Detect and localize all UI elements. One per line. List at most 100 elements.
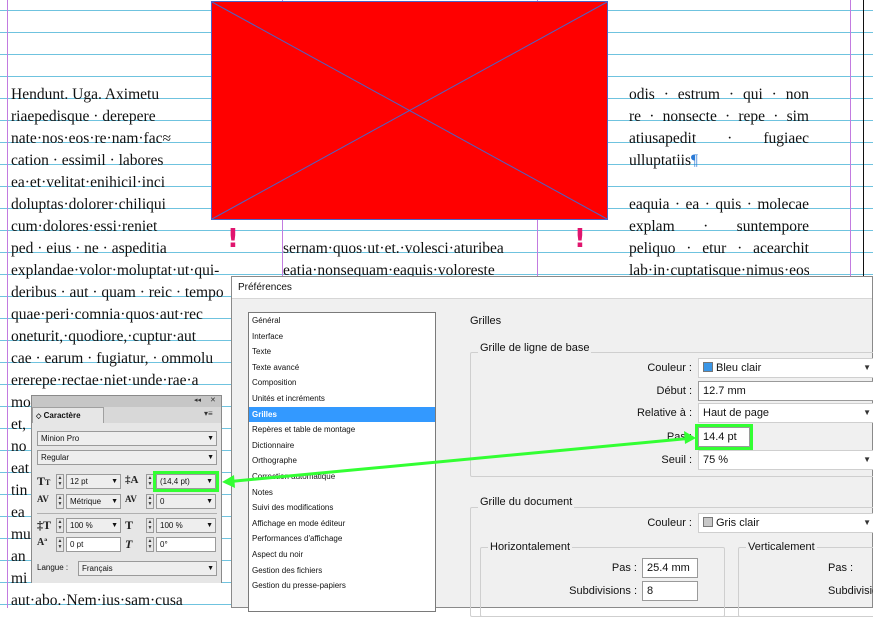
collapse-icon[interactable]: ◂◂ [194,396,201,404]
text-line: oneturit,·quodiore,·cuptur·aut [11,328,197,345]
category-item[interactable]: Texte [249,344,435,360]
section-heading: Horizontalement [488,541,573,553]
skew-icon: T [125,537,133,551]
text-line: quae·peri·comnia·quos·aut·rec [11,306,203,323]
separator [37,513,217,514]
font-size-icon: TT [37,474,51,488]
text-line: odis · estrum · qui · non [629,86,809,103]
character-tab[interactable]: ◇ Caractère [32,407,104,423]
text-line: cum·dolores·essi·reniet [11,218,158,235]
color-label: Couleur : [647,362,692,374]
leading-dropdown[interactable]: (14,4 pt) ▼ [153,471,219,492]
kerning-stepper[interactable]: ▲ ▼ [56,494,64,509]
document-color-dropdown[interactable]: Gris clair ▼ [698,513,873,533]
category-item[interactable]: Orthographe [249,453,435,469]
section-heading: Verticalement [746,541,817,553]
text-frame-right[interactable]: odis · estrum · qui · non re · nonsecte ·… [629,84,809,282]
text-line: ped · eius · ne · aspeditia [11,240,167,257]
category-item[interactable]: Interface [249,329,435,345]
category-item[interactable]: Repères et table de montage [249,422,435,438]
vertical-scale-icon: ‡T [37,518,52,532]
text-line: cation · essimil · labores [11,152,164,169]
category-item[interactable]: Gestion des fichiers [249,563,435,579]
leading-icon: ‡A [125,474,139,486]
section-heading: Grille de ligne de base [478,342,592,354]
threshold-dropdown[interactable]: 75 % ▼ [698,450,873,470]
horizontal-scale-stepper[interactable]: ▲ ▼ [146,518,154,533]
tab-grip-icon: ◇ [36,413,42,420]
category-item[interactable]: Composition [249,375,435,391]
text-line: ea·et·velitat·enihicil·inci [11,174,166,191]
category-item[interactable]: Aspect du noir [249,547,435,563]
h-step-input[interactable]: 25.4 mm [642,558,698,578]
image-placeholder-frame[interactable] [211,1,608,220]
text-line: nate·nos·eos·re·nam·fac≈ [11,130,171,147]
horizontal-scale-dropdown[interactable]: 100 % ▼ [156,518,216,533]
font-style-dropdown[interactable]: Regular ▼ [37,450,217,465]
panel-titlebar[interactable]: ◂◂ ✕ [32,396,221,407]
horizontal-scale-icon: T [125,518,134,532]
text-line: sernam·quos·ut·et.·volesci·aturibea [283,240,504,257]
category-item[interactable]: Général [249,313,435,329]
skew-input[interactable]: 0° [156,537,216,552]
category-item[interactable]: Dictionnaire [249,438,435,454]
text-line: explandae·volor·moluptat·ut·qui- [11,262,220,279]
relative-label: Relative à : [636,407,692,419]
category-item[interactable]: Performances d'affichage [249,531,435,547]
category-item[interactable]: Unités et incréments [249,391,435,407]
tracking-icon: AV [125,494,137,504]
start-label: Début : [656,385,692,397]
text-line: riaepedisque · derepere [11,108,156,125]
text-line: deribus · aut · quam · reic · tempo [11,284,224,301]
category-item[interactable]: Texte avancé [249,360,435,376]
start-input[interactable]: 12.7 mm [698,381,873,401]
threshold-label: Seuil : [661,454,692,466]
skew-stepper[interactable]: ▲ ▼ [146,537,154,552]
relative-dropdown[interactable]: Haut de page ▼ [698,403,873,423]
font-family-dropdown[interactable]: Minion Pro ▼ [37,431,217,446]
text-line: aut·abo.·Nem·ius·sam·cusa [11,592,183,608]
tracking-stepper[interactable]: ▲ ▼ [146,494,154,509]
panel-title: Grilles [470,315,502,327]
category-item[interactable]: Suivi des modifications [249,500,435,516]
baseline-shift-input[interactable]: 0 pt [66,537,121,552]
increment-input[interactable]: 14.4 pt [695,424,753,450]
h-subdiv-label: Subdivisions : [569,585,637,597]
category-list[interactable]: Général Interface Texte Texte avancé Composi… [248,312,436,612]
text-line: cae · earum · fugiatur, · ommolu [11,350,214,367]
kerning-dropdown[interactable]: Métrique ▼ [66,494,121,509]
category-item[interactable]: Grilles [249,406,435,423]
font-size-stepper[interactable]: ▲ ▼ [56,474,64,489]
text-line: Hendunt. Uga. Aximetu [11,86,160,103]
color-swatch [703,362,713,372]
dialog-title: Préférences [232,277,872,299]
text-line: explam · suntempore [629,218,809,235]
margin-guide-left [7,0,8,608]
vertical-scale-stepper[interactable]: ▲ ▼ [56,518,64,533]
baseline-shift-stepper[interactable]: ▲ ▼ [56,537,64,552]
baseline-shift-icon: Aª [37,537,48,548]
language-label: Langue : [37,563,69,572]
vertical-scale-dropdown[interactable]: 100 % ▼ [66,518,121,533]
text-line [629,172,809,194]
increment-label: Pas : [666,431,692,443]
category-item[interactable]: Gestion du presse-papiers [249,578,435,594]
text-line: ererepe·rectae·niet·unde·rae·a [11,372,199,389]
tracking-dropdown[interactable]: 0 ▼ [156,494,216,509]
overset-warning-icon: ! [574,224,586,254]
category-item[interactable]: Affichage en mode éditeur [249,516,435,532]
category-item[interactable]: Notes [249,485,435,501]
category-item[interactable]: Correction automatique [249,469,435,485]
h-step-label: Pas : [611,562,637,574]
leading-stepper[interactable]: ▲ ▼ [146,474,154,489]
language-dropdown[interactable]: Français ▼ [78,561,217,576]
text-line: doluptas·dolorer·chiliqui [11,196,166,213]
baseline-color-dropdown[interactable]: Bleu clair ▼ [698,358,873,378]
panel-menu-icon[interactable]: ▾≡ [204,409,213,418]
font-size-dropdown[interactable]: 12 pt ▼ [66,474,121,489]
text-line: eaquia · ea · quis · molecae [629,196,809,213]
close-icon[interactable]: ✕ [210,396,216,404]
v-step-label: Pas : [828,562,854,574]
v-subdiv-label: Subdivisio [828,585,873,597]
h-subdiv-input[interactable]: 8 [642,581,698,601]
